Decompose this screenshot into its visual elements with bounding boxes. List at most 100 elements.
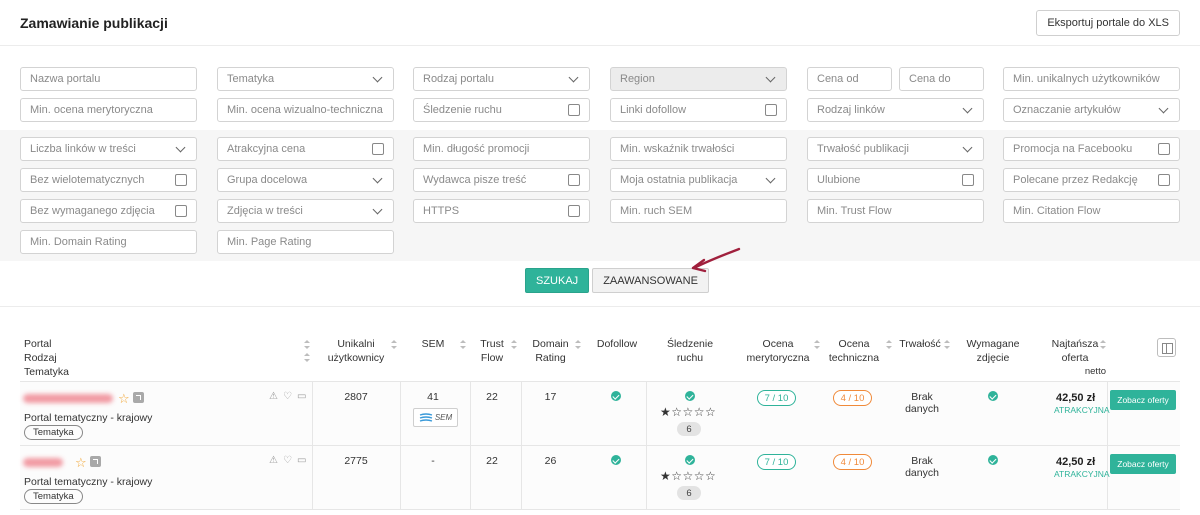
page-title: Zamawianie publikacji xyxy=(20,14,168,31)
portal-type-select[interactable]: Rodzaj portalu xyxy=(413,67,590,91)
editors-choice-checkbox[interactable]: Polecane przez Redakcję xyxy=(1003,168,1180,192)
section-divider xyxy=(0,306,1200,307)
header-traffic-tracking[interactable]: Śledzenie ruchu xyxy=(660,337,720,365)
photo-required-check-icon xyxy=(988,391,998,401)
header-photo-required[interactable]: Wymagane zdjęcie xyxy=(965,337,1021,365)
sort-icon[interactable] xyxy=(944,340,950,349)
topic-tag[interactable]: Tematyka xyxy=(24,425,83,440)
view-offers-button[interactable]: Zobacz oferty xyxy=(1110,390,1176,410)
attractive-price-checkbox[interactable]: Atrakcyjna cena xyxy=(217,137,394,161)
header-durability[interactable]: Trwałość xyxy=(898,337,942,351)
checkbox-icon xyxy=(175,205,187,217)
min-citation-flow-input[interactable]: Min. Citation Flow xyxy=(1003,199,1180,223)
domain-rating-value: 17 xyxy=(544,391,557,403)
favorites-checkbox[interactable]: Ulubione xyxy=(807,168,984,192)
export-xls-button[interactable]: Eksportuj portale do XLS xyxy=(1036,9,1180,36)
region-select[interactable]: Region xyxy=(610,67,787,91)
header-domain-rating[interactable]: Domain Rating xyxy=(528,337,573,365)
no-multitopic-checkbox[interactable]: Bez wielotematycznych xyxy=(20,168,197,192)
min-page-rating-input[interactable]: Min. Page Rating xyxy=(217,230,394,254)
publisher-writes-checkbox[interactable]: Wydawca pisze treść xyxy=(413,168,590,192)
sort-icon[interactable] xyxy=(304,340,310,349)
min-domain-rating-input[interactable]: Min. Domain Rating xyxy=(20,230,197,254)
sort-icon[interactable] xyxy=(886,340,892,349)
https-checkbox[interactable]: HTTPS xyxy=(413,199,590,223)
header-unique-users[interactable]: Unikalni użytkownicy xyxy=(320,337,392,365)
links-in-content-select[interactable]: Liczba linków w treści xyxy=(20,137,197,161)
facebook-promo-checkbox[interactable]: Promocja na Facebooku xyxy=(1003,137,1180,161)
portal-name-link[interactable] xyxy=(23,394,113,403)
min-content-rating-input[interactable]: Min. ocena merytoryczna xyxy=(20,98,197,122)
sem-value: 41 xyxy=(427,391,439,403)
sem-badge[interactable]: SEM xyxy=(413,408,458,427)
checkbox-icon xyxy=(765,104,777,116)
dofollow-links-checkbox[interactable]: Linki dofollow xyxy=(610,98,787,122)
header-tech-rating[interactable]: Ocena techniczna xyxy=(825,337,883,365)
tech-rating-badge: 4 / 10 xyxy=(833,454,872,470)
header-content-rating[interactable]: Ocena merytoryczna xyxy=(743,337,813,365)
unique-users-value: 2807 xyxy=(344,391,368,403)
warning-icon[interactable]: ⚠ xyxy=(269,455,278,466)
portal-name-input[interactable]: Nazwa portalu xyxy=(20,67,197,91)
rating-stars: ★☆☆☆☆ xyxy=(660,405,717,419)
header-sem[interactable]: SEM xyxy=(413,337,453,351)
note-icon[interactable]: ▭ xyxy=(297,391,306,402)
favorite-star-icon[interactable]: ☆ xyxy=(75,455,87,471)
publication-durability-select[interactable]: Trwałość publikacji xyxy=(807,137,984,161)
columns-toggle-icon[interactable] xyxy=(1157,338,1176,357)
external-link-icon[interactable] xyxy=(133,392,144,403)
attractive-price-label: ATRAKCYJNA xyxy=(1054,469,1110,479)
min-durability-input[interactable]: Min. wskaźnik trwałości xyxy=(610,137,787,161)
min-visual-rating-input[interactable]: Min. ocena wizualno-techniczna xyxy=(217,98,394,122)
sort-icon[interactable] xyxy=(575,340,581,349)
portal-name-link[interactable] xyxy=(23,458,63,467)
search-button[interactable]: SZUKAJ xyxy=(525,268,590,293)
article-marking-select[interactable]: Oznaczanie artykułów xyxy=(1003,98,1180,122)
price-to-input[interactable]: Cena do xyxy=(899,67,984,91)
heart-icon[interactable]: ♡ xyxy=(283,391,292,402)
header-lowest-offer[interactable]: Najtańsza oferta netto xyxy=(1044,337,1106,379)
sort-icon[interactable] xyxy=(391,340,397,349)
target-group-select[interactable]: Grupa docelowa xyxy=(217,168,394,192)
chevron-down-icon xyxy=(372,72,383,82)
warning-icon[interactable]: ⚠ xyxy=(269,391,278,402)
portals-table: Portal Rodzaj Tematyka Unikalni użytkown… xyxy=(20,332,1180,510)
chevron-down-icon xyxy=(568,72,579,82)
tracking-count-badge: 6 xyxy=(677,422,701,436)
sort-icon[interactable] xyxy=(1100,340,1106,349)
favorite-star-icon[interactable]: ☆ xyxy=(118,391,130,407)
checkbox-icon xyxy=(1158,143,1170,155)
sort-icon[interactable] xyxy=(460,340,466,349)
no-required-photo-checkbox[interactable]: Bez wymaganego zdjęcia xyxy=(20,199,197,223)
link-type-select[interactable]: Rodzaj linków xyxy=(807,98,984,122)
min-trust-flow-input[interactable]: Min. Trust Flow xyxy=(807,199,984,223)
chevron-down-icon xyxy=(372,204,383,214)
header-trust-flow[interactable]: Trust Flow xyxy=(475,337,509,365)
my-last-publication-select[interactable]: Moja ostatnia publikacja xyxy=(610,168,787,192)
min-unique-users-input[interactable]: Min. unikalnych użytkowników xyxy=(1003,67,1180,91)
heart-icon[interactable]: ♡ xyxy=(283,455,292,466)
min-promo-length-input[interactable]: Min. długość promocji xyxy=(413,137,590,161)
content-rating-badge: 7 / 10 xyxy=(757,454,796,470)
external-link-icon[interactable] xyxy=(90,456,101,467)
chevron-down-icon xyxy=(1158,103,1169,113)
sort-icon[interactable] xyxy=(304,353,310,362)
topic-tag[interactable]: Tematyka xyxy=(24,489,83,504)
sort-icon[interactable] xyxy=(511,340,517,349)
sem-value: - xyxy=(431,455,435,467)
checkbox-icon xyxy=(175,174,187,186)
table-row: ☆ ⚠ ♡ ▭ Portal tematyczny - krajowy Tema… xyxy=(20,446,1180,510)
sort-icon[interactable] xyxy=(814,340,820,349)
min-sem-traffic-input[interactable]: Min. ruch SEM xyxy=(610,199,787,223)
view-offers-button[interactable]: Zobacz oferty xyxy=(1110,454,1176,474)
traffic-tracking-checkbox[interactable]: Śledzenie ruchu xyxy=(413,98,590,122)
durability-value: Brak danych xyxy=(905,391,939,415)
header-dofollow[interactable]: Dofollow xyxy=(592,337,642,351)
price-value: 42,50 zł xyxy=(1056,392,1096,404)
photos-in-content-select[interactable]: Zdjęcia w treści xyxy=(217,199,394,223)
price-from-input[interactable]: Cena od xyxy=(807,67,892,91)
header-portal[interactable]: Portal Rodzaj Tematyka xyxy=(24,337,69,379)
topic-select[interactable]: Tematyka xyxy=(217,67,394,91)
note-icon[interactable]: ▭ xyxy=(297,455,306,466)
table-header: Portal Rodzaj Tematyka Unikalni użytkown… xyxy=(20,332,1180,382)
